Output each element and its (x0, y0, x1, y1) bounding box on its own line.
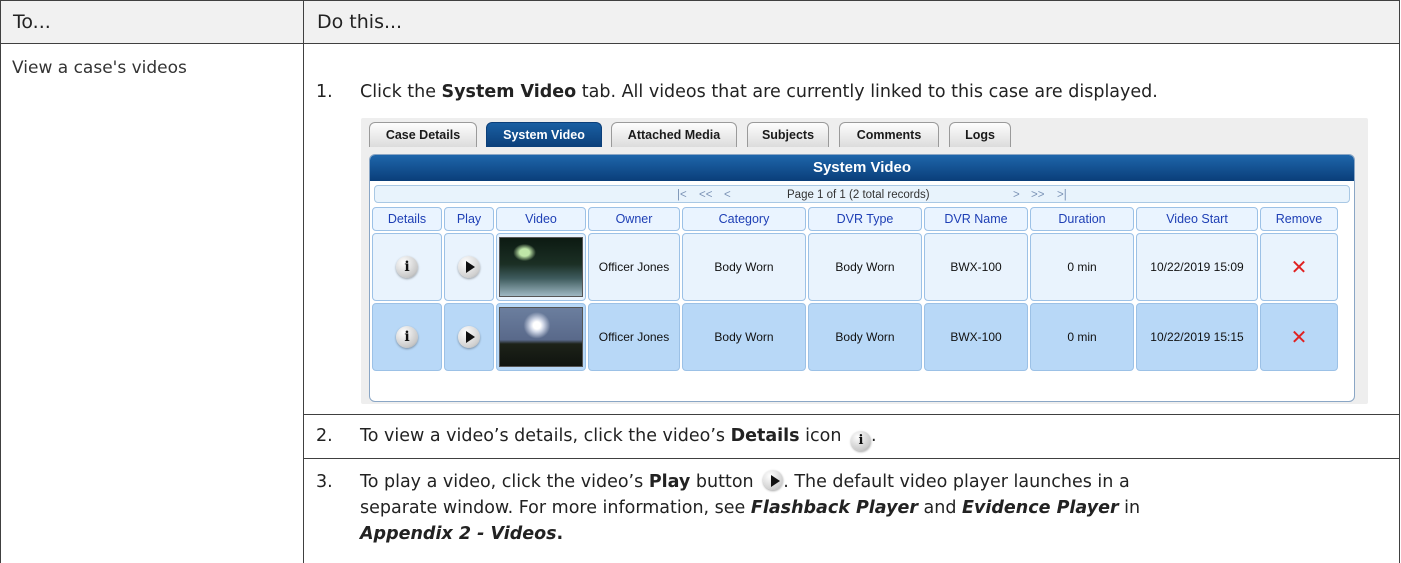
dvr-name-cell: BWX-100 (924, 233, 1028, 301)
step-text-part: button (690, 472, 760, 492)
tab-subjects[interactable]: Subjects (747, 122, 829, 147)
video-thumbnail[interactable] (499, 307, 583, 367)
step-text-part: To view a video’s details, click the vid… (360, 426, 731, 446)
details-cell: i (372, 303, 442, 371)
step-number: 3. (316, 472, 333, 492)
tab-system-video[interactable]: System Video (486, 122, 602, 147)
first-page-button[interactable]: |< (677, 186, 687, 204)
step-text-part: separate window. For more information, s… (360, 498, 751, 518)
col-header-remove[interactable]: Remove (1260, 207, 1338, 231)
task-label: View a case's videos (12, 58, 187, 78)
duration-cell: 0 min (1030, 233, 1134, 301)
video-start-cell: 10/22/2019 15:15 (1136, 303, 1258, 371)
video-start-cell: 10/22/2019 15:09 (1136, 233, 1258, 301)
step-text-part: . The default video player launches in a (783, 472, 1130, 492)
col-header-dvr-type[interactable]: DVR Type (808, 207, 922, 231)
step-divider (303, 458, 1400, 459)
step-text-part: in (1118, 498, 1141, 518)
col-header-details[interactable]: Details (372, 207, 442, 231)
col-header-duration[interactable]: Duration (1030, 207, 1134, 231)
play-cell (444, 303, 494, 371)
play-icon[interactable] (458, 256, 480, 278)
tab-comments[interactable]: Comments (839, 122, 939, 147)
step-text-line3: Appendix 2 - Videos. (360, 522, 563, 546)
col-header-video[interactable]: Video (496, 207, 586, 231)
prev-prev-button[interactable]: << (699, 186, 712, 204)
info-icon[interactable]: i (396, 256, 418, 278)
col-header-category[interactable]: Category (682, 207, 806, 231)
category-cell: Body Worn (682, 303, 806, 371)
next-page-button[interactable]: > (1013, 186, 1020, 204)
remove-x-icon[interactable]: ✕ (1291, 255, 1308, 280)
duration-cell: 0 min (1030, 303, 1134, 371)
video-cell (496, 303, 586, 371)
dvr-name-cell: BWX-100 (924, 303, 1028, 371)
tab-case-details[interactable]: Case Details (369, 122, 477, 147)
evidence-player-ref: Evidence Player (962, 498, 1119, 518)
play-icon[interactable] (458, 326, 480, 348)
col-header-play[interactable]: Play (444, 207, 494, 231)
dvr-type-cell: Body Worn (808, 233, 922, 301)
info-icon: i (851, 431, 871, 451)
remove-cell: ✕ (1260, 303, 1338, 371)
col-header-dvr-name[interactable]: DVR Name (924, 207, 1028, 231)
play-cell (444, 233, 494, 301)
step-bold: Play (648, 472, 691, 492)
step-text-part: Click the (360, 82, 442, 102)
prev-page-button[interactable]: < (724, 186, 731, 204)
dvr-type-cell: Body Worn (808, 303, 922, 371)
remove-cell: ✕ (1260, 233, 1338, 301)
appendix-ref: Appendix 2 - Videos (360, 524, 557, 544)
play-icon (763, 470, 784, 490)
next-next-button[interactable]: >> (1031, 186, 1044, 204)
step-text: To view a video’s details, click the vid… (360, 424, 877, 451)
step-text: To play a video, click the video’s Play … (360, 470, 1130, 494)
video-thumbnail[interactable] (499, 237, 583, 297)
system-video-panel: System Video |< << < Page 1 of 1 (2 tota… (369, 154, 1355, 402)
owner-cell: Officer Jones (588, 303, 680, 371)
col-header-video-start[interactable]: Video Start (1136, 207, 1258, 231)
flashback-player-ref: Flashback Player (750, 498, 918, 518)
step-text-part: icon (799, 426, 847, 446)
column-divider (303, 0, 304, 563)
step-divider (303, 414, 1400, 415)
step-text-part: tab. All videos that are currently linke… (576, 82, 1158, 102)
step-text: Click the System Video tab. All videos t… (360, 80, 1158, 104)
col-header-owner[interactable]: Owner (588, 207, 680, 231)
instruction-table: To... Do this... View a case's videos 1.… (0, 0, 1400, 563)
video-cell (496, 233, 586, 301)
system-video-screenshot: Case Details System Video Attached Media… (361, 118, 1368, 404)
step-number: 2. (316, 426, 333, 446)
step-bold: System Video (441, 82, 577, 102)
details-cell: i (372, 233, 442, 301)
step-3: 3. To play a video, click the video’s Pl… (316, 470, 1396, 562)
owner-cell: Officer Jones (588, 233, 680, 301)
page-status: Page 1 of 1 (2 total records) (787, 189, 930, 201)
category-cell: Body Worn (682, 233, 806, 301)
panel-title: System Video (370, 155, 1354, 181)
info-icon[interactable]: i (396, 326, 418, 348)
step-text-line2: separate window. For more information, s… (360, 496, 1140, 520)
step-text-part: . (556, 524, 564, 544)
step-number: 1. (316, 82, 333, 102)
step-text-part: . (871, 426, 877, 446)
tab-attached-media[interactable]: Attached Media (611, 122, 737, 147)
table-right-border (1399, 0, 1400, 563)
step-text-part: and (917, 498, 963, 518)
header-do-this: Do this... (317, 11, 403, 33)
step-text-part: To play a video, click the video’s (360, 472, 649, 492)
pager: |< << < Page 1 of 1 (2 total records) > … (374, 185, 1350, 203)
header-to: To... (13, 11, 51, 33)
remove-x-icon[interactable]: ✕ (1291, 325, 1308, 350)
table-left-border (0, 0, 1, 563)
table-header: To... Do this... (0, 0, 1400, 44)
tab-logs[interactable]: Logs (949, 122, 1011, 147)
last-page-button[interactable]: >| (1057, 186, 1067, 204)
step-bold: Details (730, 426, 800, 446)
